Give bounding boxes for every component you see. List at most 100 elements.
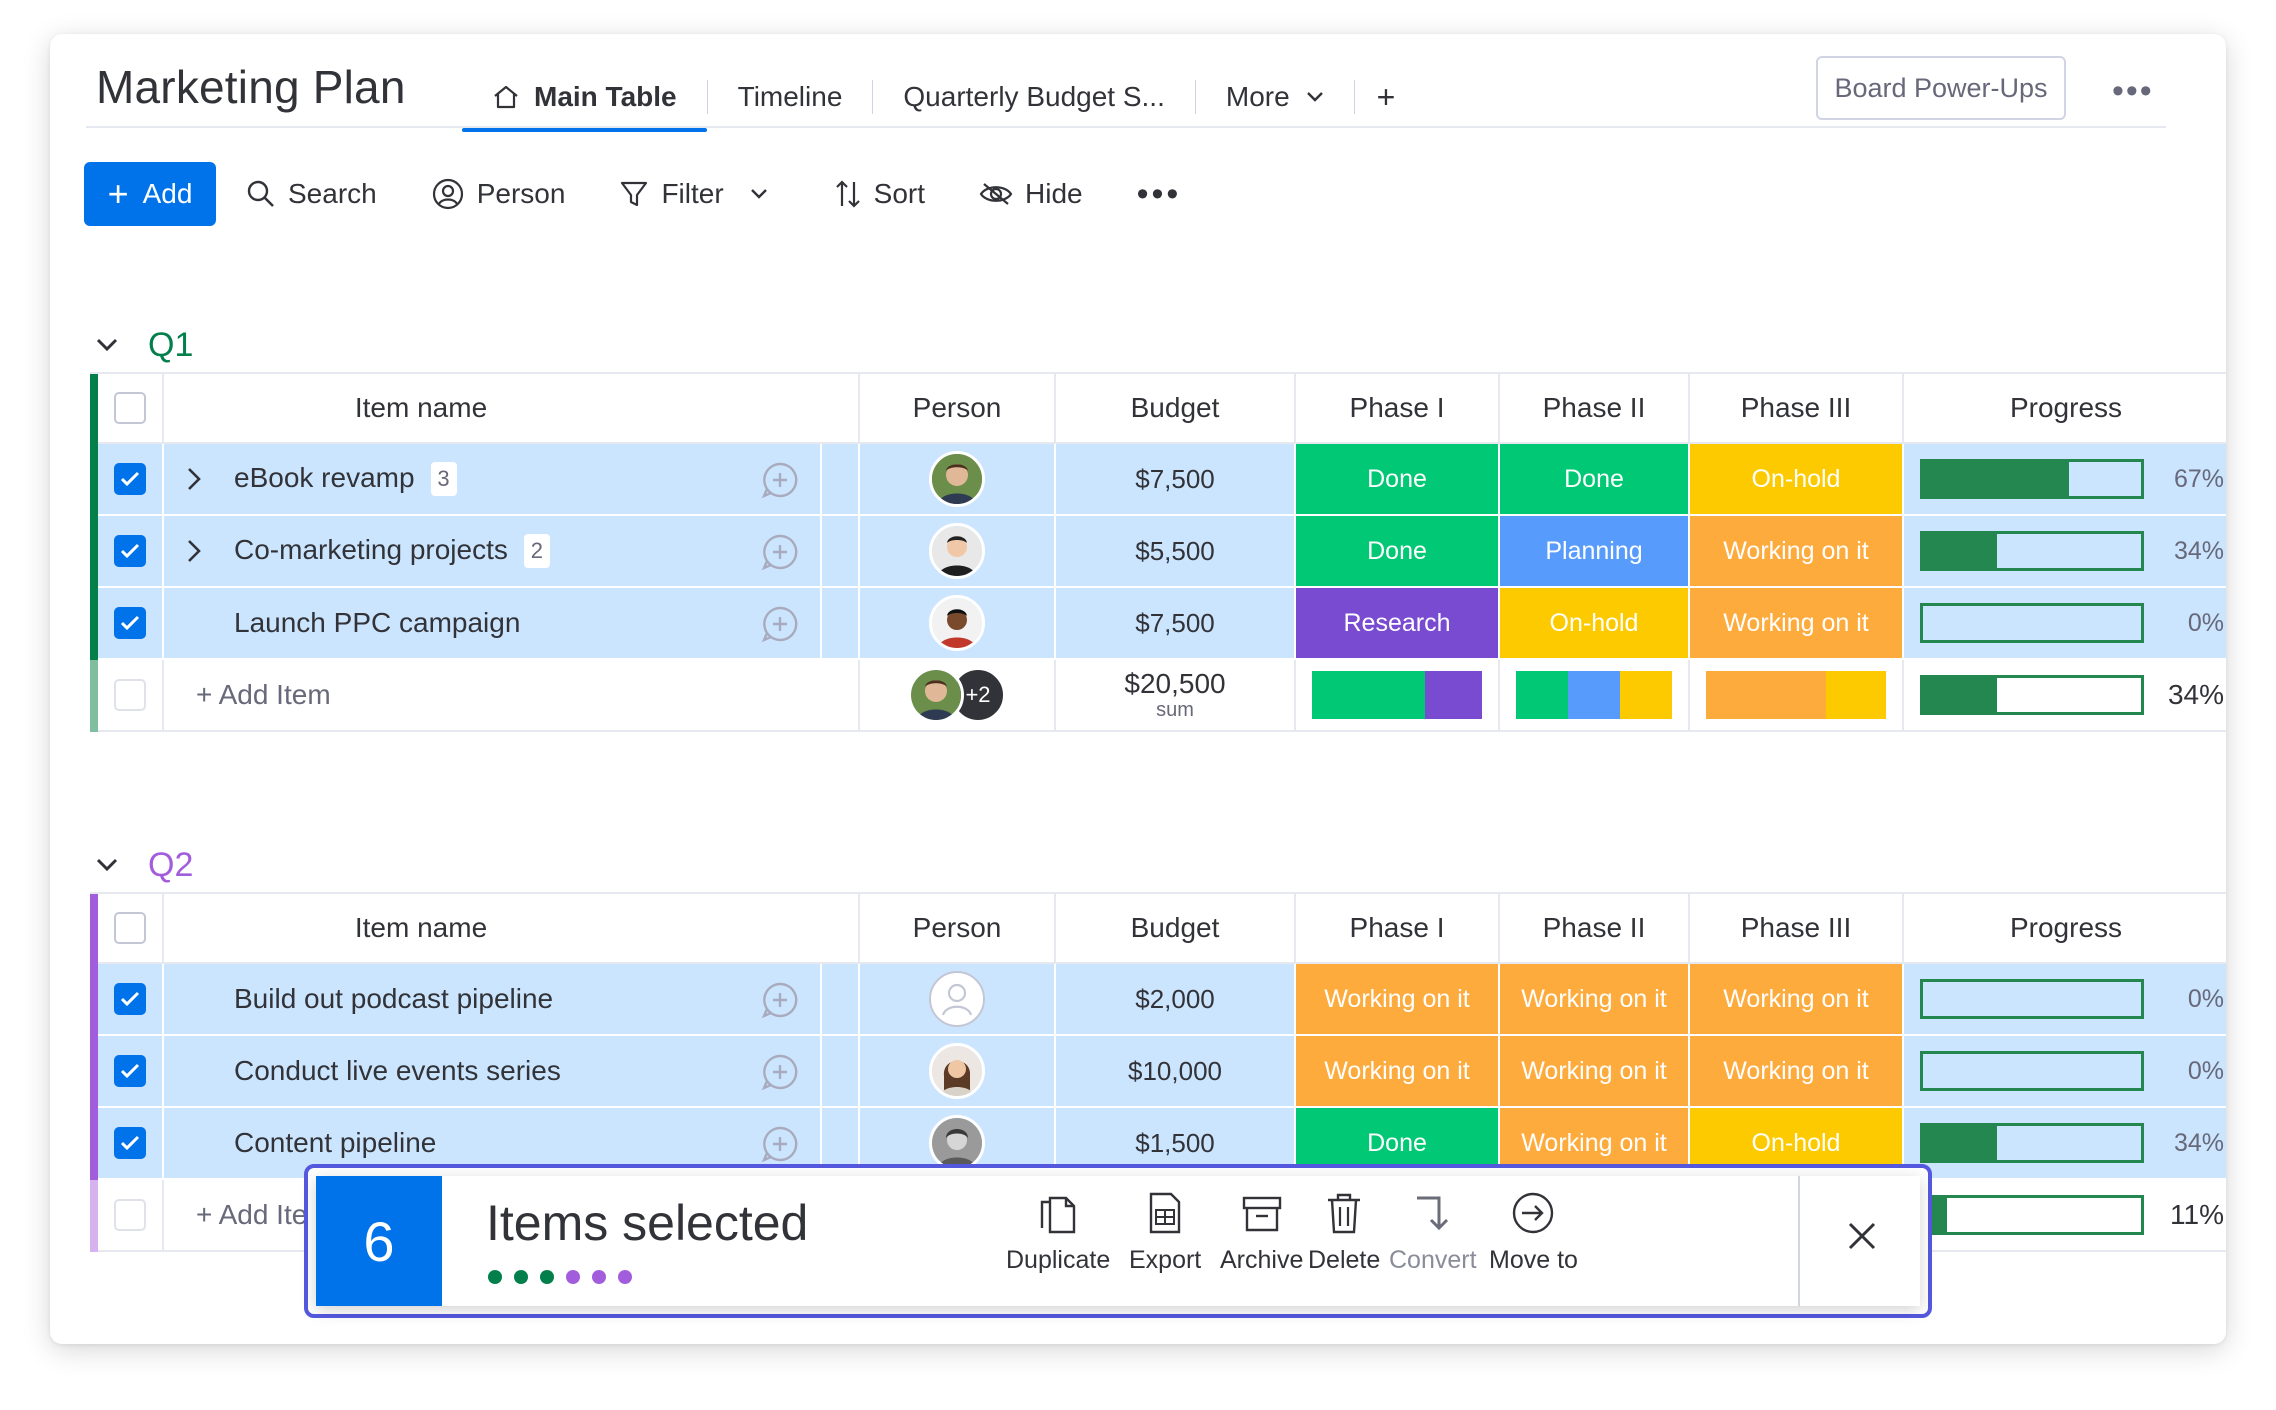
status-cell[interactable]: Working on it [1690, 516, 1904, 588]
select-all-checkbox[interactable] [114, 392, 146, 424]
row-checkbox[interactable] [114, 983, 146, 1015]
add-update-icon[interactable] [760, 604, 800, 644]
duplicate-button[interactable]: Duplicate [1006, 1190, 1110, 1275]
search-button[interactable]: Search [246, 178, 377, 210]
person-cell[interactable] [860, 1036, 1056, 1108]
budget-cell[interactable]: $7,500 [1056, 444, 1296, 516]
status-cell[interactable]: Research [1296, 588, 1500, 660]
group-title[interactable]: Q2 [148, 846, 193, 885]
item-name-cell[interactable]: Conduct live events series [164, 1036, 860, 1108]
filter-button[interactable]: Filter [619, 178, 779, 210]
status-cell[interactable]: Done [1296, 444, 1500, 516]
column-header-person[interactable]: Person [860, 374, 1056, 444]
column-header-budget[interactable]: Budget [1056, 894, 1296, 964]
status-cell[interactable]: On-hold [1690, 444, 1904, 516]
close-icon[interactable] [1842, 1216, 1882, 1256]
item-name-cell[interactable]: Co-marketing projects 2 [164, 516, 860, 588]
convert-button[interactable]: Convert [1389, 1190, 1477, 1275]
chevron-down-icon[interactable] [96, 858, 118, 872]
group-header-q2[interactable]: Q2 [96, 840, 193, 890]
avatar[interactable] [929, 595, 985, 651]
add-item-input[interactable]: + Add Ite [196, 1199, 307, 1231]
column-header-phase3[interactable]: Phase III [1690, 374, 1904, 444]
add-update-icon[interactable] [760, 980, 800, 1020]
budget-cell[interactable]: $5,500 [1056, 516, 1296, 588]
budget-cell[interactable]: $2,000 [1056, 964, 1296, 1036]
column-header-phase1[interactable]: Phase I [1296, 894, 1500, 964]
add-update-icon[interactable] [760, 1052, 800, 1092]
avatar[interactable] [929, 1115, 985, 1171]
budget-cell[interactable]: $10,000 [1056, 1036, 1296, 1108]
chevron-right-icon[interactable] [186, 466, 202, 492]
item-name-cell[interactable]: Launch PPC campaign [164, 588, 860, 660]
status-cell[interactable]: Working on it [1690, 1036, 1904, 1108]
more-options-icon[interactable]: ••• [2112, 72, 2154, 111]
group-header-q1[interactable]: Q1 [96, 320, 193, 370]
person-cell[interactable] [860, 444, 1056, 516]
avatar[interactable] [929, 451, 985, 507]
status-cell[interactable]: Done [1296, 516, 1500, 588]
row-checkbox[interactable] [114, 535, 146, 567]
move-to-button[interactable]: Move to [1489, 1190, 1578, 1275]
column-header-person[interactable]: Person [860, 894, 1056, 964]
row-checkbox[interactable] [114, 1127, 146, 1159]
sort-button[interactable]: Sort [834, 178, 925, 210]
add-update-icon[interactable] [760, 1124, 800, 1164]
row-checkbox[interactable] [114, 1055, 146, 1087]
column-header-phase2[interactable]: Phase II [1500, 374, 1690, 444]
status-cell[interactable]: Working on it [1500, 964, 1690, 1036]
chevron-down-icon[interactable] [750, 188, 768, 200]
empty-person-icon[interactable] [929, 971, 985, 1027]
subitems-count-badge[interactable]: 2 [523, 534, 550, 569]
tab-timeline[interactable]: Timeline [708, 68, 873, 126]
budget-cell[interactable]: $7,500 [1056, 588, 1296, 660]
tab-main-table[interactable]: Main Table [462, 68, 707, 132]
person-cell[interactable] [860, 516, 1056, 588]
add-item-cell[interactable]: + Add Item [164, 660, 860, 732]
table-row[interactable]: Build out podcast pipeline $2,000 Workin… [90, 964, 2226, 1036]
add-update-icon[interactable] [760, 460, 800, 500]
column-header-progress[interactable]: Progress [1904, 374, 2226, 444]
subitems-count-badge[interactable]: 3 [430, 462, 457, 497]
column-header-progress[interactable]: Progress [1904, 894, 2226, 964]
avatar[interactable] [929, 1043, 985, 1099]
add-update-icon[interactable] [760, 532, 800, 572]
avatar[interactable] [908, 667, 964, 723]
column-header-phase3[interactable]: Phase III [1690, 894, 1904, 964]
status-cell[interactable]: Working on it [1690, 964, 1904, 1036]
archive-button[interactable]: Archive [1220, 1190, 1303, 1275]
delete-button[interactable]: Delete [1308, 1190, 1380, 1275]
status-cell[interactable]: Working on it [1690, 588, 1904, 660]
table-row[interactable]: Launch PPC campaign $7,500 Research On-h… [90, 588, 2226, 660]
status-cell[interactable]: Planning [1500, 516, 1690, 588]
status-cell[interactable]: Working on it [1500, 1036, 1690, 1108]
board-power-ups-button[interactable]: Board Power-Ups [1816, 56, 2066, 120]
column-header-budget[interactable]: Budget [1056, 374, 1296, 444]
status-cell[interactable]: Done [1500, 444, 1690, 516]
avatar[interactable] [929, 523, 985, 579]
column-header-phase2[interactable]: Phase II [1500, 894, 1690, 964]
group-title[interactable]: Q1 [148, 326, 193, 365]
add-button[interactable]: + Add [84, 162, 216, 226]
status-cell[interactable]: Working on it [1296, 964, 1500, 1036]
column-header-name[interactable]: Item name [164, 374, 860, 444]
row-checkbox[interactable] [114, 463, 146, 495]
select-all-checkbox[interactable] [114, 912, 146, 944]
person-filter-button[interactable]: Person [431, 177, 565, 211]
person-cell[interactable] [860, 588, 1056, 660]
chevron-right-icon[interactable] [186, 538, 202, 564]
status-cell[interactable]: Working on it [1296, 1036, 1500, 1108]
toolbar-more-icon[interactable]: ••• [1137, 175, 1182, 214]
table-row[interactable]: Co-marketing projects 2 $5,500 Done Plann… [90, 516, 2226, 588]
table-row[interactable]: Conduct live events series $10,000 Worki… [90, 1036, 2226, 1108]
chevron-down-icon[interactable] [96, 338, 118, 352]
table-row[interactable]: eBook revamp 3 $7,500 Done Done On-hold 6… [90, 444, 2226, 516]
tab-more[interactable]: More [1196, 68, 1354, 126]
column-header-phase1[interactable]: Phase I [1296, 374, 1500, 444]
item-name-cell[interactable]: Build out podcast pipeline [164, 964, 860, 1036]
item-name-cell[interactable]: eBook revamp 3 [164, 444, 860, 516]
status-cell[interactable]: On-hold [1500, 588, 1690, 660]
add-view-button[interactable]: + [1355, 68, 1418, 126]
hide-button[interactable]: Hide [979, 178, 1083, 210]
row-checkbox[interactable] [114, 607, 146, 639]
